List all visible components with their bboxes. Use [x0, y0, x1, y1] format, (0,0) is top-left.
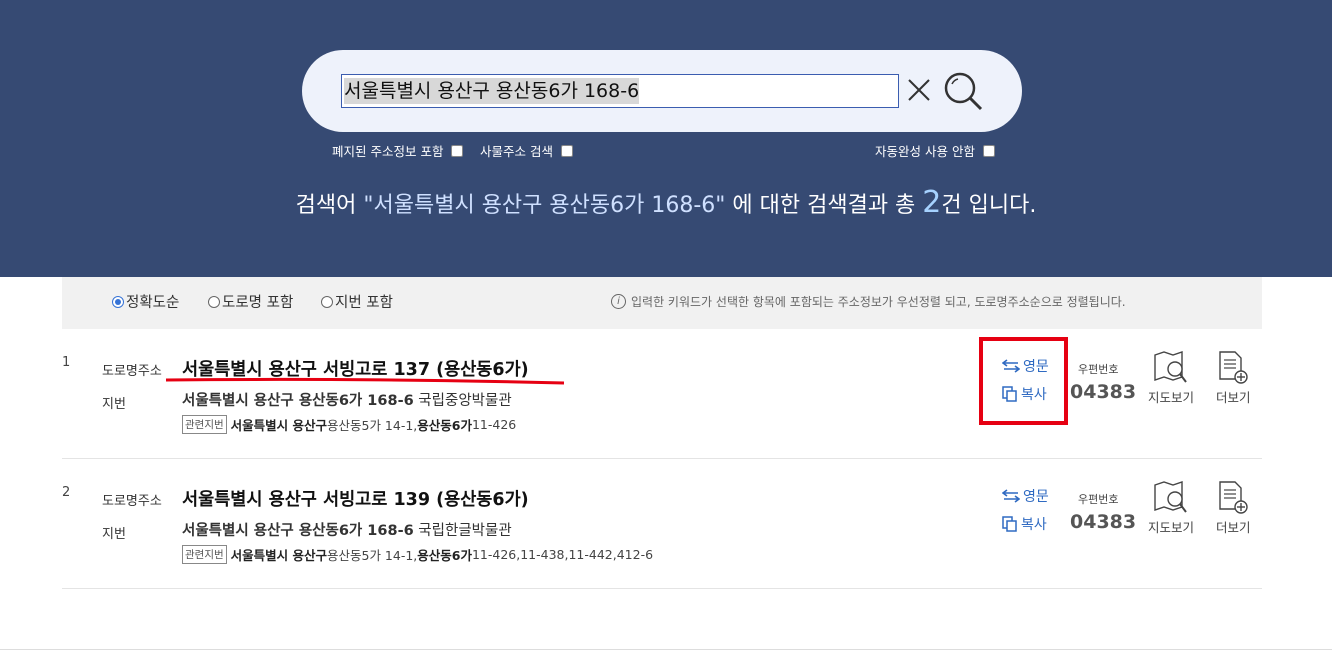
related-bold: 서울특별시 용산구 — [230, 548, 327, 563]
building-search-option[interactable]: 사물주소 검색 — [480, 141, 573, 160]
related-jibun: 관련지번 서울특별시 용산구 용산동5가 14-1, 용산동6가 11-426 — [182, 415, 516, 434]
map-view-label: 지도보기 — [1148, 520, 1195, 535]
swap-arrows-icon — [1002, 489, 1020, 503]
copy-button[interactable]: 복사 — [1002, 514, 1047, 534]
close-icon — [908, 79, 930, 101]
map-view-label: 지도보기 — [1148, 390, 1195, 405]
english-button[interactable]: 영문 — [1002, 486, 1049, 506]
road-address: 서울특별시 용산구 서빙고로 139 (용산동6가) — [182, 490, 529, 510]
document-plus-icon — [1219, 481, 1248, 514]
summary-query: "서울특별시 용산구 용산동6가 168-6" — [363, 193, 726, 218]
search-input[interactable]: 서울특별시 용산구 용산동6가 168-6 — [341, 74, 899, 108]
building-name: 국립중앙박물관 — [413, 393, 512, 409]
related-bold: 서울특별시 용산구 — [230, 418, 327, 433]
autocomplete-option[interactable]: 자동완성 사용 안함 — [875, 141, 995, 160]
info-icon: i — [611, 294, 626, 309]
zip-code: 04383 — [1070, 511, 1137, 533]
include-closed-label: 폐지된 주소정보 포함 — [332, 144, 444, 159]
zip-label: 우편번호 — [1078, 493, 1119, 506]
summary-prefix: 검색어 — [295, 193, 364, 218]
sort-filter-bar: 정확도순 도로명 포함 지번 포함 i 입력한 키워드가 선택한 항목에 포함되… — [62, 277, 1262, 329]
summary-suffix: 건 입니다. — [941, 193, 1037, 218]
jibun-address: 서울특별시 용산구 용산동6가 168-6 국립중앙박물관 — [182, 389, 512, 410]
radio-selected-icon — [112, 295, 124, 308]
include-closed-option[interactable]: 폐지된 주소정보 포함 — [332, 141, 464, 160]
result-number: 2 — [62, 485, 71, 500]
sort-exact-label: 정확도순 — [126, 295, 180, 311]
search-header: 서울특별시 용산구 용산동6가 168-6 폐지된 주소정보 포함 사물주소 검… — [0, 0, 1332, 277]
bottom-divider — [0, 649, 1332, 650]
jibun-address-bold: 서울특별시 용산구 용산동6가 168-6 — [182, 393, 414, 409]
sort-jibun-label: 지번 포함 — [335, 295, 393, 311]
result-row: 2 도로명주소 지번 서울특별시 용산구 서빙고로 139 (용산동6가) 서울… — [62, 459, 1262, 589]
sort-road-label: 도로명 포함 — [222, 295, 294, 311]
copy-label: 복사 — [1021, 517, 1047, 533]
sort-notice-text: 입력한 키워드가 선택한 항목에 포함되는 주소정보가 우선정렬 되고, 도로명… — [631, 295, 1126, 309]
building-search-checkbox[interactable] — [560, 144, 573, 157]
sort-road-radio[interactable]: 도로명 포함 — [208, 291, 293, 312]
summary-middle: 에 대한 검색결과 총 — [725, 193, 923, 218]
radio-icon — [208, 295, 220, 308]
jibun-label: 지번 — [102, 397, 126, 412]
related-jibun-tag: 관련지번 — [182, 545, 227, 564]
related-text: 11-426,11-438,11-442,412-6 — [471, 547, 654, 562]
road-address-label: 도로명주소 — [102, 364, 162, 379]
search-button[interactable] — [942, 70, 984, 112]
related-text: 용산동5가 14-1, — [327, 548, 418, 563]
result-count: 2 — [922, 185, 942, 220]
related-jibun-tag: 관련지번 — [182, 415, 227, 434]
map-icon — [1154, 481, 1187, 513]
sort-exact-radio[interactable]: 정확도순 — [112, 291, 179, 312]
map-view-button[interactable]: 지도보기 — [1148, 351, 1194, 406]
more-view-button[interactable]: 더보기 — [1216, 351, 1251, 406]
clear-search-button[interactable] — [906, 77, 932, 103]
jibun-label: 지번 — [102, 527, 126, 542]
document-plus-icon — [1219, 351, 1248, 384]
autocomplete-checkbox[interactable] — [982, 144, 995, 157]
radio-icon — [321, 295, 333, 308]
related-jibun: 관련지번 서울특별시 용산구 용산동5가 14-1, 용산동6가 11-426,1… — [182, 545, 653, 564]
road-address-label: 도로명주소 — [102, 494, 162, 509]
more-view-label: 더보기 — [1216, 390, 1251, 405]
sort-jibun-radio[interactable]: 지번 포함 — [321, 291, 393, 312]
sort-notice: i 입력한 키워드가 선택한 항목에 포함되는 주소정보가 우선정렬 되고, 도… — [611, 293, 1126, 310]
search-input-value: 서울특별시 용산구 용산동6가 168-6 — [344, 78, 640, 104]
building-name: 국립한글박물관 — [413, 523, 512, 539]
related-bold: 용산동6가 — [417, 548, 472, 563]
more-view-button[interactable]: 더보기 — [1216, 481, 1251, 536]
zip-code: 04383 — [1070, 381, 1137, 403]
include-closed-checkbox[interactable] — [451, 144, 464, 157]
copy-icon — [1002, 516, 1017, 532]
search-icon — [944, 72, 983, 111]
highlight-box-annotation — [979, 337, 1068, 425]
related-text: 용산동5가 14-1, — [327, 418, 418, 433]
result-number: 1 — [62, 355, 71, 370]
building-search-label: 사물주소 검색 — [480, 144, 553, 159]
underline-annotation — [165, 377, 565, 385]
map-icon — [1154, 351, 1187, 383]
jibun-address-bold: 서울특별시 용산구 용산동6가 168-6 — [182, 523, 414, 539]
more-view-label: 더보기 — [1216, 520, 1251, 535]
jibun-address: 서울특별시 용산구 용산동6가 168-6 국립한글박물관 — [182, 519, 512, 540]
autocomplete-label: 자동완성 사용 안함 — [875, 144, 975, 159]
english-label: 영문 — [1023, 489, 1049, 505]
related-text: 11-426 — [471, 417, 517, 432]
result-row: 1 도로명주소 지번 서울특별시 용산구 서빙고로 137 (용산동6가) 서울… — [62, 329, 1262, 459]
map-view-button[interactable]: 지도보기 — [1148, 481, 1194, 536]
zip-label: 우편번호 — [1078, 363, 1119, 376]
result-summary: 검색어 "서울특별시 용산구 용산동6가 168-6" 에 대한 검색결과 총 … — [0, 185, 1332, 220]
related-bold: 용산동6가 — [417, 418, 472, 433]
search-bar: 서울특별시 용산구 용산동6가 168-6 — [302, 50, 1022, 132]
